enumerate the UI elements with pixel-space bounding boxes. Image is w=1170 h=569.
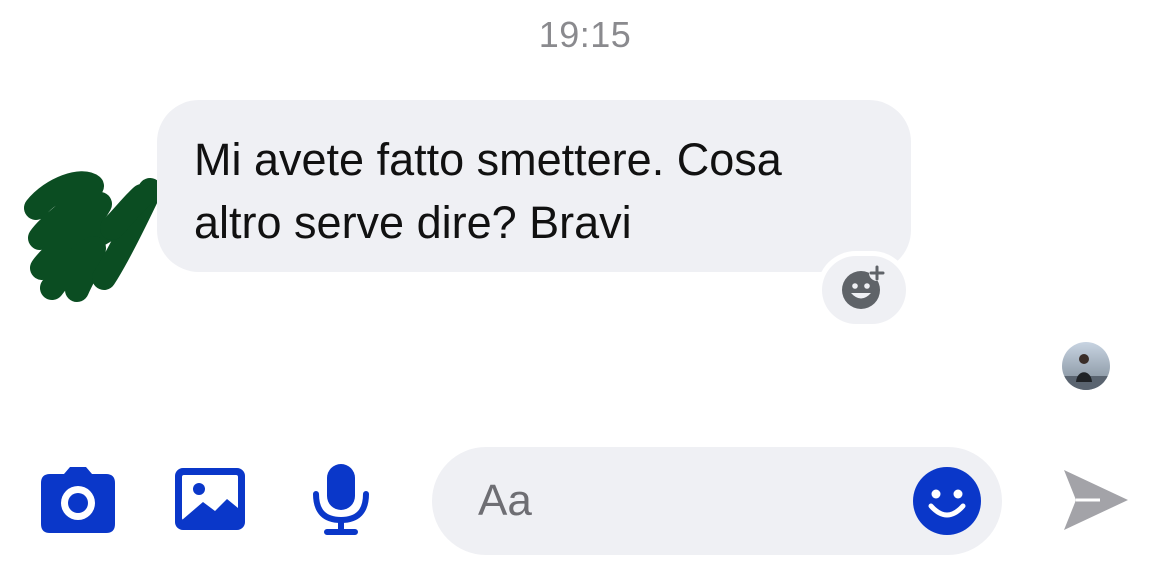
microphone-icon <box>310 464 372 540</box>
gallery-button[interactable] <box>175 468 245 530</box>
seen-avatar <box>1062 342 1110 390</box>
add-reaction-button[interactable] <box>822 256 906 324</box>
chat-screen: 19:15 Mi avete fatto smettere. Cosa altr… <box>0 0 1170 569</box>
camera-button[interactable] <box>40 466 116 534</box>
send-icon <box>1060 470 1130 538</box>
message-text: Mi avete fatto smettere. Cosa altro serv… <box>194 134 782 248</box>
add-reaction-icon <box>841 264 887 316</box>
camera-icon <box>40 467 116 538</box>
emoji-button[interactable] <box>912 466 982 536</box>
send-button[interactable] <box>1060 466 1130 534</box>
image-gallery-icon <box>175 468 245 534</box>
redacted-sender-avatar <box>22 168 167 308</box>
message-composer[interactable] <box>432 447 1002 555</box>
message-input[interactable] <box>478 471 898 531</box>
emoji-icon <box>912 467 982 540</box>
incoming-message-bubble[interactable]: Mi avete fatto smettere. Cosa altro serv… <box>157 100 911 272</box>
message-timestamp: 19:15 <box>538 14 632 55</box>
voice-message-button[interactable] <box>310 464 372 536</box>
